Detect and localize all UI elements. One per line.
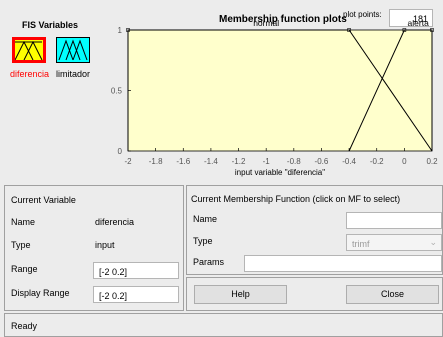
y-tick-label: 0.5 — [111, 87, 123, 96]
variable-type-label: Type — [11, 240, 31, 250]
mf-type-value: trimf — [352, 239, 370, 249]
buttons-panel: Help Close — [186, 277, 443, 311]
range-label: Range — [11, 264, 38, 274]
mf-type-select[interactable]: trimf ⌄ — [346, 234, 442, 251]
mf-label-normal: normal — [253, 18, 279, 28]
x-tick-label: -0.2 — [370, 157, 384, 166]
x-tick-label: -1.2 — [232, 157, 246, 166]
mf-name-label: Name — [193, 214, 218, 224]
current-mf-title: Current Membership Function (click on MF… — [191, 194, 401, 204]
x-tick-label: -0.6 — [315, 157, 329, 166]
status-bar: Ready — [4, 313, 443, 337]
x-tick-label: -0.8 — [287, 157, 301, 166]
membership-function-plot[interactable]: -2 -1.8 -1.6 -1.4 -1.2 -1 -0.8 -0.6 -0.4 -0.2 0 0.2… — [0, 0, 443, 180]
mf-label-alerta: alerta — [408, 18, 430, 28]
x-axis-label: input variable "diferencia" — [235, 168, 325, 177]
display-range-input[interactable]: [-2 0.2] — [93, 286, 179, 303]
x-tick-label: -0.4 — [342, 157, 356, 166]
help-button[interactable]: Help — [194, 285, 287, 304]
plot-area — [127, 29, 433, 152]
current-variable-title: Current Variable — [11, 195, 76, 205]
x-tick-label: -2 — [124, 157, 132, 166]
x-tick-label: -1.8 — [149, 157, 163, 166]
mf-params-label: Params — [193, 257, 225, 267]
status-text: Ready — [11, 321, 38, 331]
x-tick-label: 0 — [402, 157, 407, 166]
x-tick-label: -1 — [263, 157, 271, 166]
y-tick-label: 1 — [118, 26, 123, 35]
variable-name-value: diferencia — [95, 217, 135, 227]
current-mf-panel: Current Membership Function (click on MF… — [186, 185, 443, 275]
x-tick-label: -1.4 — [204, 157, 218, 166]
display-range-label: Display Range — [11, 288, 70, 298]
chevron-down-icon: ⌄ — [429, 237, 437, 247]
x-tick-label: -1.6 — [176, 157, 190, 166]
x-tick-label: 0.2 — [426, 157, 438, 166]
variable-type-value: input — [95, 240, 115, 250]
y-tick-label: 0 — [118, 147, 123, 156]
variable-name-label: Name — [11, 217, 36, 227]
mf-name-input[interactable] — [346, 212, 442, 229]
range-input[interactable]: [-2 0.2] — [93, 262, 179, 279]
current-variable-panel: Current Variable Name diferencia Type in… — [4, 185, 184, 311]
close-button[interactable]: Close — [346, 285, 439, 304]
mf-params-input[interactable] — [244, 255, 442, 272]
mf-type-label: Type — [193, 236, 213, 246]
